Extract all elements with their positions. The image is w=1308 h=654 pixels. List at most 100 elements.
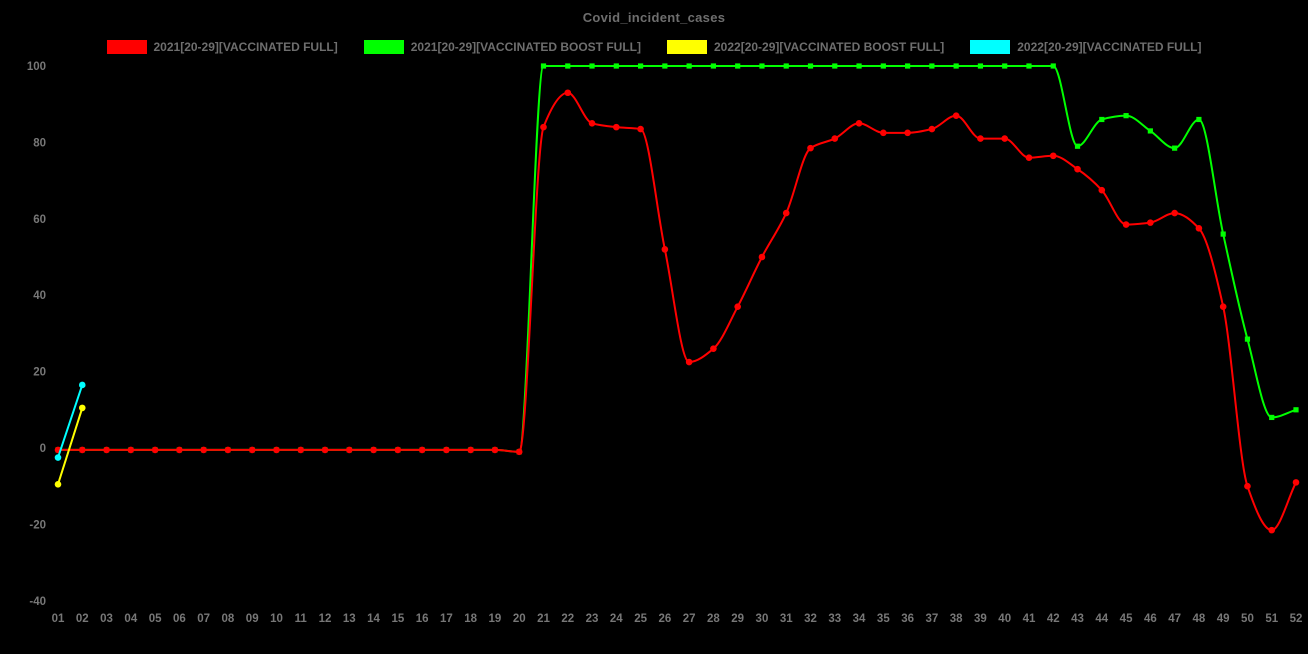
data-point-2[interactable] — [1172, 146, 1177, 151]
data-point-1[interactable] — [1220, 303, 1227, 310]
data-point-1[interactable] — [1050, 152, 1057, 159]
data-point-2[interactable] — [808, 63, 813, 68]
data-point-2[interactable] — [954, 63, 959, 68]
data-point-1[interactable] — [492, 447, 499, 454]
data-point-2[interactable] — [1293, 407, 1298, 412]
data-point-2[interactable] — [1099, 117, 1104, 122]
data-point-1[interactable] — [540, 124, 547, 131]
data-point-2[interactable] — [687, 63, 692, 68]
data-point-1[interactable] — [249, 447, 256, 454]
data-point-3[interactable] — [55, 481, 62, 488]
data-point-1[interactable] — [79, 447, 86, 454]
data-point-1[interactable] — [929, 126, 936, 133]
data-point-1[interactable] — [419, 447, 426, 454]
data-point-2[interactable] — [565, 63, 570, 68]
x-tick-label: 21 — [537, 613, 550, 625]
data-point-1[interactable] — [1026, 154, 1033, 161]
data-point-1[interactable] — [1123, 221, 1130, 228]
data-point-2[interactable] — [614, 63, 619, 68]
data-point-1[interactable] — [613, 124, 620, 131]
data-point-1[interactable] — [176, 447, 183, 454]
data-point-2[interactable] — [1002, 63, 1007, 68]
data-point-1[interactable] — [1074, 166, 1081, 173]
data-point-1[interactable] — [1196, 225, 1203, 232]
data-point-1[interactable] — [953, 112, 960, 119]
data-point-1[interactable] — [637, 126, 644, 133]
data-point-1[interactable] — [1171, 210, 1178, 217]
data-point-1[interactable] — [662, 246, 669, 253]
x-tick-label: 42 — [1047, 613, 1060, 625]
data-point-2[interactable] — [1148, 128, 1153, 133]
data-point-2[interactable] — [905, 63, 910, 68]
y-tick-label: -20 — [29, 519, 46, 531]
data-point-1[interactable] — [128, 447, 135, 454]
data-point-1[interactable] — [297, 447, 304, 454]
data-point-2[interactable] — [1221, 231, 1226, 236]
data-point-1[interactable] — [346, 447, 353, 454]
data-point-1[interactable] — [759, 254, 766, 261]
data-point-1[interactable] — [1147, 219, 1154, 226]
data-point-1[interactable] — [686, 359, 693, 366]
y-tick-label: 40 — [33, 290, 46, 302]
x-tick-label: 31 — [780, 613, 793, 625]
data-point-1[interactable] — [856, 120, 863, 127]
data-point-2[interactable] — [662, 63, 667, 68]
data-point-1[interactable] — [564, 89, 571, 96]
data-point-2[interactable] — [638, 63, 643, 68]
data-point-1[interactable] — [1244, 483, 1251, 490]
data-point-1[interactable] — [783, 210, 790, 217]
data-point-2[interactable] — [881, 63, 886, 68]
data-point-1[interactable] — [1001, 135, 1008, 142]
data-point-1[interactable] — [1268, 527, 1275, 534]
x-tick-label: 09 — [246, 613, 259, 625]
data-point-1[interactable] — [322, 447, 329, 454]
data-point-2[interactable] — [1269, 415, 1274, 420]
data-point-4[interactable] — [55, 454, 62, 461]
data-point-1[interactable] — [1293, 479, 1300, 486]
data-point-1[interactable] — [807, 145, 814, 152]
x-tick-label: 10 — [270, 613, 283, 625]
data-point-1[interactable] — [1099, 187, 1106, 194]
data-point-1[interactable] — [103, 447, 110, 454]
data-point-1[interactable] — [831, 135, 838, 142]
data-point-1[interactable] — [443, 447, 450, 454]
data-point-1[interactable] — [516, 449, 523, 456]
x-tick-label: 11 — [295, 613, 308, 625]
data-point-1[interactable] — [710, 345, 717, 352]
data-point-1[interactable] — [467, 447, 474, 454]
data-point-2[interactable] — [832, 63, 837, 68]
data-point-2[interactable] — [1026, 63, 1031, 68]
data-point-2[interactable] — [929, 63, 934, 68]
data-point-1[interactable] — [904, 130, 911, 137]
data-point-1[interactable] — [977, 135, 984, 142]
data-point-1[interactable] — [225, 447, 232, 454]
data-point-2[interactable] — [541, 63, 546, 68]
x-tick-label: 16 — [416, 613, 429, 625]
data-point-1[interactable] — [734, 303, 741, 310]
data-point-2[interactable] — [784, 63, 789, 68]
data-point-4[interactable] — [79, 382, 86, 389]
x-tick-label: 47 — [1168, 613, 1181, 625]
data-point-2[interactable] — [1123, 113, 1128, 118]
data-point-2[interactable] — [978, 63, 983, 68]
data-point-1[interactable] — [273, 447, 280, 454]
data-point-2[interactable] — [711, 63, 716, 68]
data-point-1[interactable] — [370, 447, 377, 454]
x-tick-label: 33 — [828, 613, 841, 625]
data-point-2[interactable] — [735, 63, 740, 68]
data-point-1[interactable] — [880, 130, 887, 137]
x-tick-label: 27 — [683, 613, 696, 625]
data-point-2[interactable] — [589, 63, 594, 68]
data-point-1[interactable] — [589, 120, 596, 127]
data-point-1[interactable] — [395, 447, 402, 454]
data-point-1[interactable] — [200, 447, 207, 454]
data-point-2[interactable] — [1196, 117, 1201, 122]
data-point-2[interactable] — [759, 63, 764, 68]
x-tick-label: 40 — [998, 613, 1011, 625]
data-point-2[interactable] — [856, 63, 861, 68]
data-point-1[interactable] — [152, 447, 159, 454]
data-point-2[interactable] — [1245, 337, 1250, 342]
data-point-3[interactable] — [79, 405, 86, 412]
data-point-2[interactable] — [1075, 144, 1080, 149]
data-point-2[interactable] — [1051, 63, 1056, 68]
